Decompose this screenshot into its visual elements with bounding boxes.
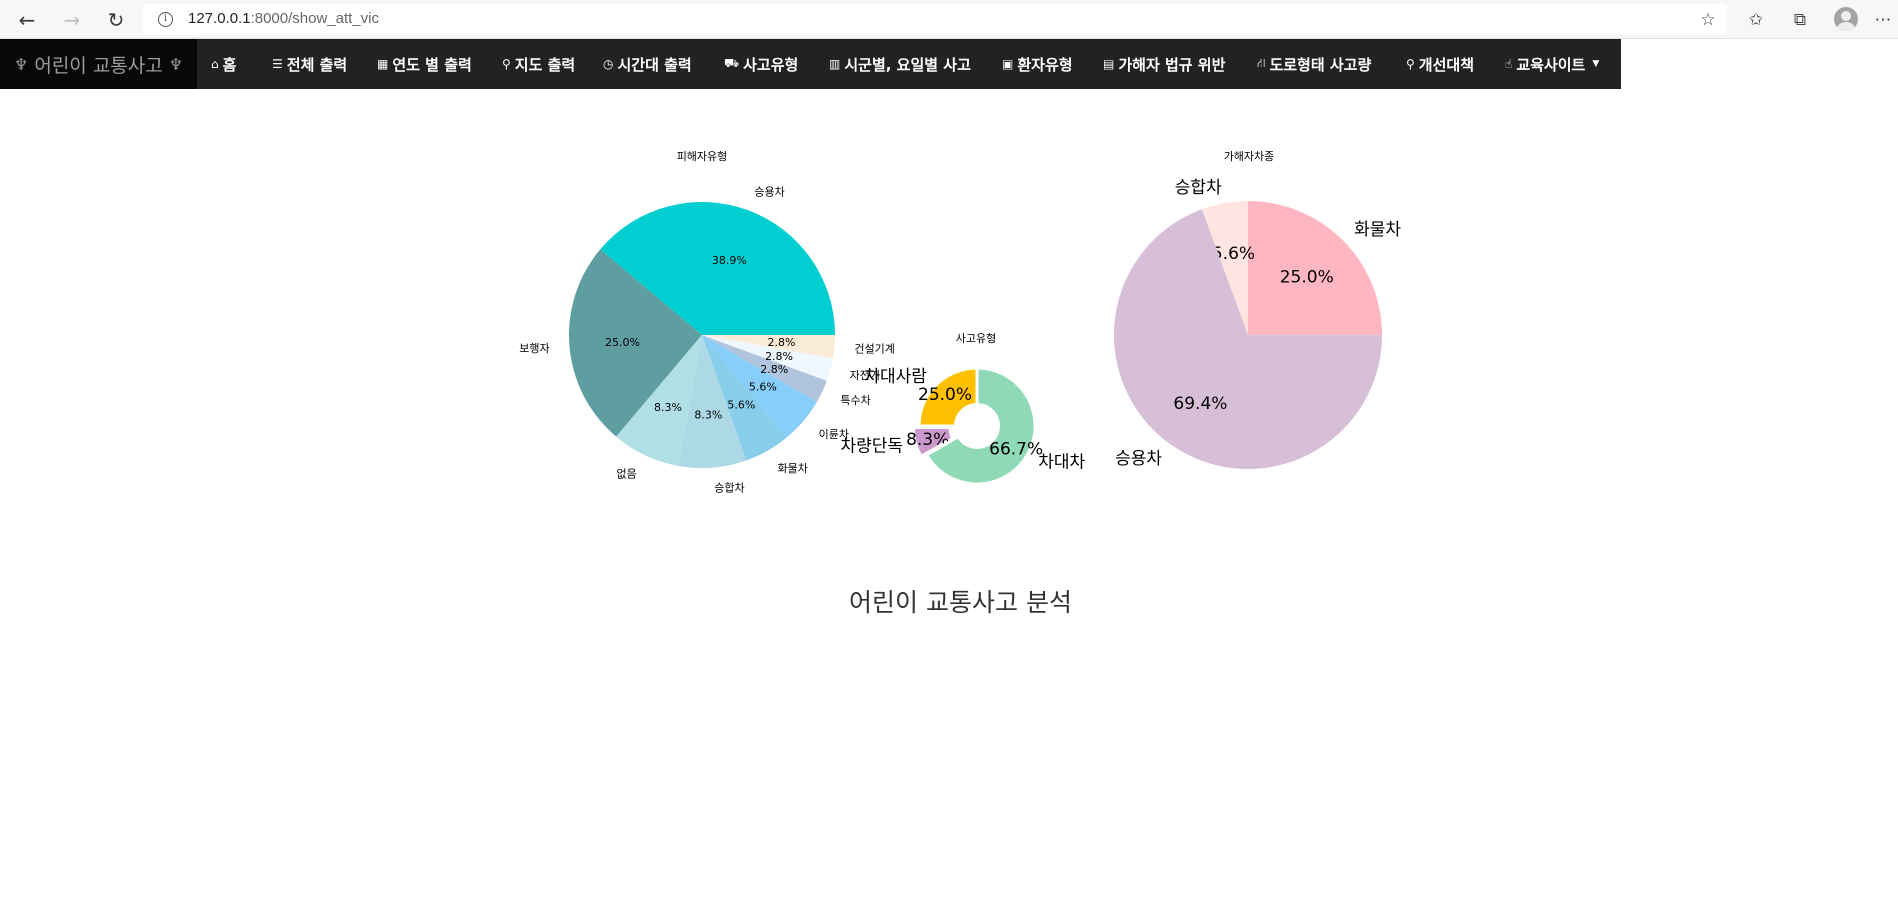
pie-pct-label: 69.4% bbox=[1173, 394, 1227, 414]
database-icon: ☰ bbox=[272, 57, 283, 71]
thumbs-up-icon: ☝ bbox=[1505, 57, 1513, 71]
bar-chart-icon: ▥ bbox=[829, 57, 841, 71]
site-navbar: ♆ 어린이 교통사고 ♆ ⌂ 홈 ☰ 전체 출력 ▦ 연도 별 출력 ⚲ 지도 출력 ◷… bbox=[0, 39, 1621, 89]
pie-pct-label: 25.0% bbox=[918, 385, 972, 405]
brand-label: 어린이 교통사고 bbox=[34, 54, 163, 77]
pie-pct-label: 5.6% bbox=[727, 398, 755, 411]
pie-category-label: 승합차 bbox=[714, 481, 744, 494]
more-menu-icon[interactable]: ⋯ bbox=[1872, 9, 1894, 31]
pie-category-label: 승합차 bbox=[1175, 178, 1222, 198]
pie-pct-label: 2.8% bbox=[765, 350, 793, 363]
clipboard-icon: ▣ bbox=[1002, 57, 1014, 71]
id-card-icon: ▤ bbox=[1103, 57, 1115, 71]
pie-category-label: 차대차 bbox=[1038, 452, 1085, 472]
nav-accident-type[interactable]: ⛟ 사고유형 bbox=[724, 39, 798, 89]
navbar-spacer bbox=[1621, 39, 1898, 89]
nav-all-output[interactable]: ☰ 전체 출력 bbox=[272, 39, 347, 89]
chart-title: 피해자유형 bbox=[677, 149, 728, 163]
charts-figure: 피해자유형 38.9% 승용차 25.0% 보행자 8.3% 없음 8.3% 승합차 5.6% 화물… bbox=[519, 149, 1401, 494]
favorites-icon[interactable]: ✩ bbox=[1745, 9, 1767, 31]
nav-city-weekday[interactable]: ▥ 시군별, 요일별 사고 bbox=[829, 39, 971, 89]
back-icon[interactable]: ← bbox=[11, 5, 43, 35]
pie-category-label: 화물차 bbox=[778, 462, 808, 475]
forward-icon[interactable]: → bbox=[56, 5, 88, 35]
pie-category-label: 특수차 bbox=[840, 394, 870, 407]
nav-map[interactable]: ⚲ 지도 출력 bbox=[502, 39, 575, 89]
caret-down-icon: ▼ bbox=[1592, 59, 1600, 69]
road-icon: ⛙ bbox=[1257, 56, 1266, 70]
pie-category-label: 승용차 bbox=[754, 185, 784, 198]
pie-category-label: 차대사람 bbox=[864, 367, 927, 387]
nav-road-type[interactable]: ⛙ 도로형태 사고량 bbox=[1257, 39, 1371, 89]
reload-icon[interactable]: ↻ bbox=[100, 5, 132, 35]
home-icon: ⌂ bbox=[211, 57, 219, 71]
nav-education-dropdown[interactable]: ☝ 교육사이트 ▼ bbox=[1505, 39, 1599, 89]
pie-pct-label: 5.6% bbox=[749, 381, 777, 394]
car-icon: ⛟ bbox=[724, 56, 740, 70]
pie-category-label: 화물차 bbox=[1354, 220, 1401, 240]
pie-category-label: 건설기계 bbox=[854, 342, 894, 355]
nav-improvement[interactable]: ⚲ 개선대책 bbox=[1406, 39, 1474, 89]
chart-title: 가해자차종 bbox=[1224, 149, 1275, 163]
pie-pct-label: 8.3% bbox=[654, 401, 682, 414]
pie-category-label: 보행자 bbox=[519, 342, 549, 355]
pie-pct-label: 25.0% bbox=[605, 336, 640, 349]
clock-icon: ◷ bbox=[603, 57, 614, 71]
nav-by-year[interactable]: ▦ 연도 별 출력 bbox=[377, 39, 472, 89]
tree-icon: ♆ bbox=[14, 54, 29, 74]
pie-category-label: 차량단독 bbox=[840, 437, 903, 457]
tree-icon: ♆ bbox=[168, 54, 184, 74]
info-icon[interactable]: i bbox=[158, 12, 173, 27]
page-title: 어린이 교통사고 분석 bbox=[849, 588, 1072, 617]
pie-pct-label: 2.8% bbox=[768, 336, 796, 349]
nav-time[interactable]: ◷ 시간대 출력 bbox=[603, 39, 692, 89]
nav-violation[interactable]: ▤ 가해자 법규 위반 bbox=[1103, 39, 1225, 89]
pie-pct-label: 8.3% bbox=[694, 409, 722, 422]
pie-category-label: 없음 bbox=[616, 467, 636, 480]
brand-link[interactable]: ♆ 어린이 교통사고 ♆ bbox=[0, 39, 197, 89]
address-bar[interactable]: i 127.0.0.1:8000/show_att_vic bbox=[143, 4, 1727, 35]
nav-patient-type[interactable]: ▣ 환자유형 bbox=[1002, 39, 1073, 89]
pie-pct-label: 66.7% bbox=[989, 440, 1043, 460]
browser-toolbar: ← → ↻ i 127.0.0.1:8000/show_att_vic ☆ ✩ … bbox=[0, 0, 1898, 39]
url-text[interactable]: 127.0.0.1:8000/show_att_vic bbox=[188, 10, 379, 27]
pie-category-label: 승용차 bbox=[1115, 449, 1162, 469]
pie-pct-label: 25.0% bbox=[1280, 267, 1334, 287]
nav-home[interactable]: ⌂ 홈 bbox=[211, 39, 236, 89]
chart-title: 사고유형 bbox=[956, 332, 996, 345]
add-favorite-icon[interactable]: ☆ bbox=[1697, 9, 1719, 31]
calendar-icon: ▦ bbox=[377, 57, 389, 71]
collections-icon[interactable]: ⧉ bbox=[1789, 9, 1811, 31]
lightbulb-icon: ⚲ bbox=[1406, 57, 1415, 71]
map-marker-icon: ⚲ bbox=[502, 57, 511, 71]
pie-pct-label: 38.9% bbox=[712, 254, 747, 267]
profile-avatar-icon[interactable] bbox=[1834, 7, 1858, 31]
